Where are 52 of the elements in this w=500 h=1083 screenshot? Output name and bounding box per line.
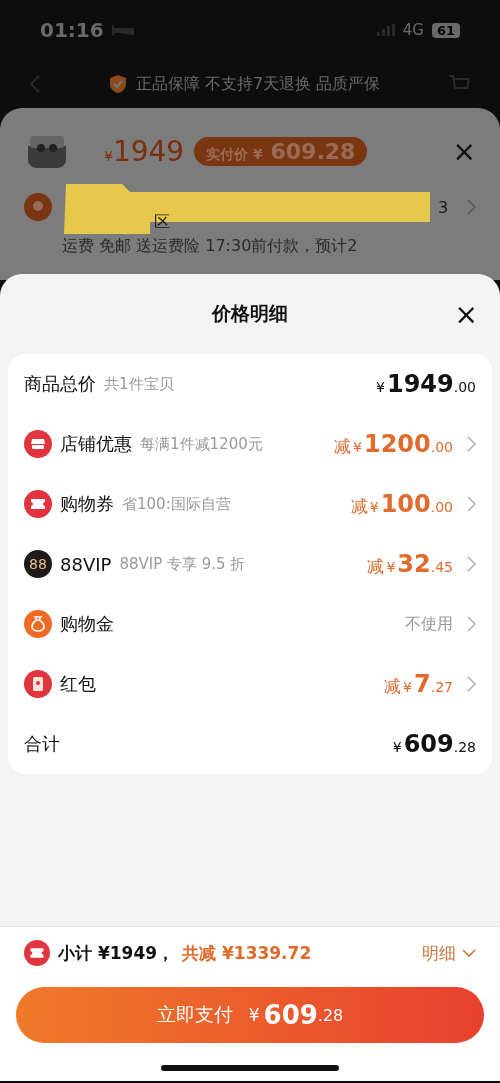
row-note: 省100:国际自营 [122,494,231,514]
amount-text: ¥609.28 [391,730,476,758]
shield-icon [108,74,128,94]
row-label: 店铺优惠 [60,432,132,456]
paid-price-badge: 实付价 ¥ 609.28 [194,136,368,166]
shipping-info: 运费 免邮 送运费险 17:30前付款，预计2 [62,236,359,257]
status-time: 01:16 [40,18,104,42]
total-discount-text: 共减 ¥1339.72 [182,941,312,965]
shop-icon [24,430,52,458]
amount-text: ¥1949.00 [375,370,476,398]
back-icon[interactable] [30,75,40,93]
money-bag-icon [24,610,52,638]
row-label: 合计 [24,732,60,756]
chevron-icon[interactable] [467,496,476,512]
row-label: 商品总价 [24,372,96,396]
bed-icon [111,24,134,36]
battery-indicator: 61 [431,22,460,38]
chevron-icon[interactable] [467,436,476,452]
pay-button[interactable]: 立即支付 ¥609.28 [16,987,484,1043]
row-label: 购物金 [60,612,114,636]
chevron-icon[interactable] [467,676,476,692]
amount-text[interactable]: 减¥32.45 [367,550,453,578]
row-note: 每满1件减1200元 [140,434,263,454]
row-note: 88VIP 专享 9.5 折 [119,554,246,574]
row-label: 购物券 [60,492,114,516]
close-button[interactable]: × [454,298,478,331]
vip-badge: 88 [24,550,52,578]
close-icon[interactable]: × [452,134,476,168]
envelope-icon [24,670,52,698]
guarantee-text: 正品保障 不支持7天退换 品质严保 [136,73,382,95]
chevron-down-icon[interactable] [462,948,476,958]
chevron-icon[interactable] [467,616,476,632]
row-value[interactable]: 不使用 [405,613,453,635]
row-label: 红包 [60,672,96,696]
signal-icon [376,24,395,36]
row-note: 共1件宝贝 [104,374,174,394]
sheet-title: 价格明细 [212,301,288,326]
coupon-icon [24,940,50,966]
address-text: 3 [438,197,449,217]
chevron-icon[interactable] [467,199,476,215]
network-label: 4G [402,21,424,39]
address-text: 区 [154,212,170,233]
chevron-icon[interactable] [467,556,476,572]
amount-text[interactable]: 减¥100.00 [350,490,453,518]
row-label: 88VIP [60,553,112,575]
amount-text[interactable]: 减¥1200.00 [334,430,453,458]
amount-text[interactable]: 减¥7.27 [384,670,453,698]
detail-toggle[interactable]: 明细 [422,941,476,965]
coupon-icon [24,490,52,518]
subtotal-text: 小计 ¥1949， [58,941,175,965]
location-pin-icon [24,193,52,221]
product-price: ¥1949 [104,134,185,168]
